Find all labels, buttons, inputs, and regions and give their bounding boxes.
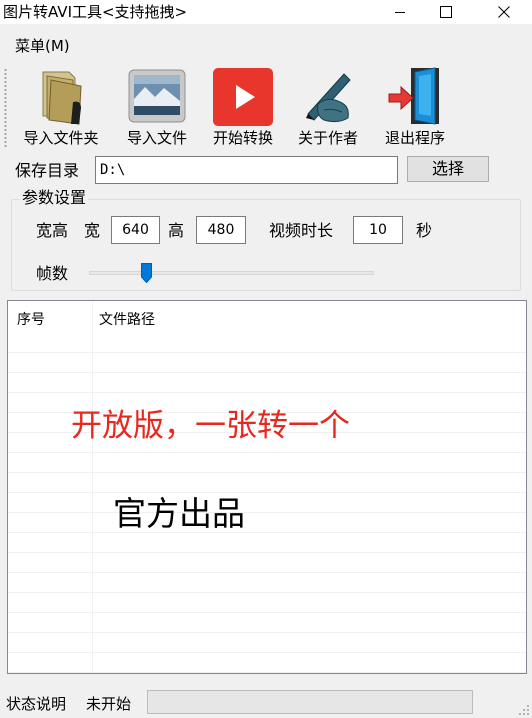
list-header: 序号 文件路径 xyxy=(8,301,526,352)
about-author-label: 关于作者 xyxy=(297,129,358,147)
fps-slider-track[interactable] xyxy=(89,271,374,275)
choose-dir-button[interactable]: 选择 xyxy=(407,156,489,182)
image-file-icon xyxy=(128,69,186,123)
menu-bar: 菜单(M) xyxy=(0,24,532,64)
table-row-line xyxy=(8,552,526,553)
table-row-line xyxy=(8,592,526,593)
progress-bar xyxy=(147,690,473,714)
title-bar: 图片转AVI工具<支持拖拽> xyxy=(0,0,532,24)
import-folder-button[interactable]: 导入文件夹 xyxy=(15,64,107,154)
play-icon xyxy=(213,68,273,126)
size-label: 宽高 xyxy=(36,221,69,240)
column-index[interactable]: 序号 xyxy=(17,311,45,329)
save-dir-label: 保存目录 xyxy=(15,161,80,180)
file-listview[interactable]: 序号 文件路径 xyxy=(7,300,527,674)
params-group xyxy=(11,199,521,291)
import-file-button[interactable]: 导入文件 xyxy=(118,64,196,154)
official-notice: 官方出品 xyxy=(113,494,245,533)
table-row-line xyxy=(8,352,526,353)
table-row-line xyxy=(8,392,526,393)
exit-door-icon xyxy=(388,67,439,125)
table-row-line xyxy=(8,672,526,673)
duration-input[interactable]: 10 xyxy=(353,216,403,244)
toolbar-grip[interactable] xyxy=(4,68,7,148)
height-label: 高 xyxy=(168,221,185,240)
minimize-button[interactable] xyxy=(377,0,423,24)
table-row-line xyxy=(8,492,526,493)
table-row-line xyxy=(8,612,526,613)
table-row-line xyxy=(8,472,526,473)
table-row-line xyxy=(8,452,526,453)
window-title: 图片转AVI工具<支持拖拽> xyxy=(3,3,188,21)
width-input[interactable]: 640 xyxy=(111,216,160,244)
maximize-icon xyxy=(440,6,452,18)
width-label: 宽 xyxy=(84,221,101,240)
resize-grip-icon[interactable] xyxy=(518,704,530,716)
duration-label: 视频时长 xyxy=(269,221,334,240)
import-folder-label: 导入文件夹 xyxy=(23,129,99,147)
exit-program-button[interactable]: 退出程序 xyxy=(377,64,453,154)
params-group-legend: 参数设置 xyxy=(20,187,89,209)
status-label: 状态说明 xyxy=(6,695,67,713)
table-row-line xyxy=(8,372,526,373)
start-convert-button[interactable]: 开始转换 xyxy=(205,64,281,154)
maximize-button[interactable] xyxy=(423,0,469,24)
table-row-line xyxy=(8,532,526,533)
exit-program-label: 退出程序 xyxy=(384,129,445,147)
close-button[interactable] xyxy=(481,0,527,24)
about-author-button[interactable]: 关于作者 xyxy=(290,64,366,154)
column-file-path[interactable]: 文件路径 xyxy=(99,311,155,329)
pen-hand-icon xyxy=(306,73,351,123)
minimize-icon xyxy=(395,12,405,13)
fps-slider-thumb[interactable] xyxy=(141,263,152,283)
close-icon xyxy=(498,6,510,18)
toolbar: 导入文件夹 导入文件 开始转换 关于作者 退出程序 xyxy=(0,64,532,154)
table-row-line xyxy=(8,652,526,653)
fps-label: 帧数 xyxy=(36,264,69,283)
edition-notice: 开放版，一张转一个 xyxy=(71,408,350,444)
table-row-line xyxy=(8,512,526,513)
import-file-label: 导入文件 xyxy=(126,129,187,147)
height-input[interactable]: 480 xyxy=(196,216,246,244)
duration-unit-label: 秒 xyxy=(416,221,433,240)
table-row-line xyxy=(8,632,526,633)
table-row-line xyxy=(8,572,526,573)
column-divider xyxy=(92,301,93,673)
start-convert-label: 开始转换 xyxy=(212,129,273,147)
menu-item-main[interactable]: 菜单(M) xyxy=(15,36,70,56)
folder-icon xyxy=(42,71,82,125)
save-dir-input[interactable]: D:\ xyxy=(95,156,398,184)
status-value: 未开始 xyxy=(86,695,132,713)
